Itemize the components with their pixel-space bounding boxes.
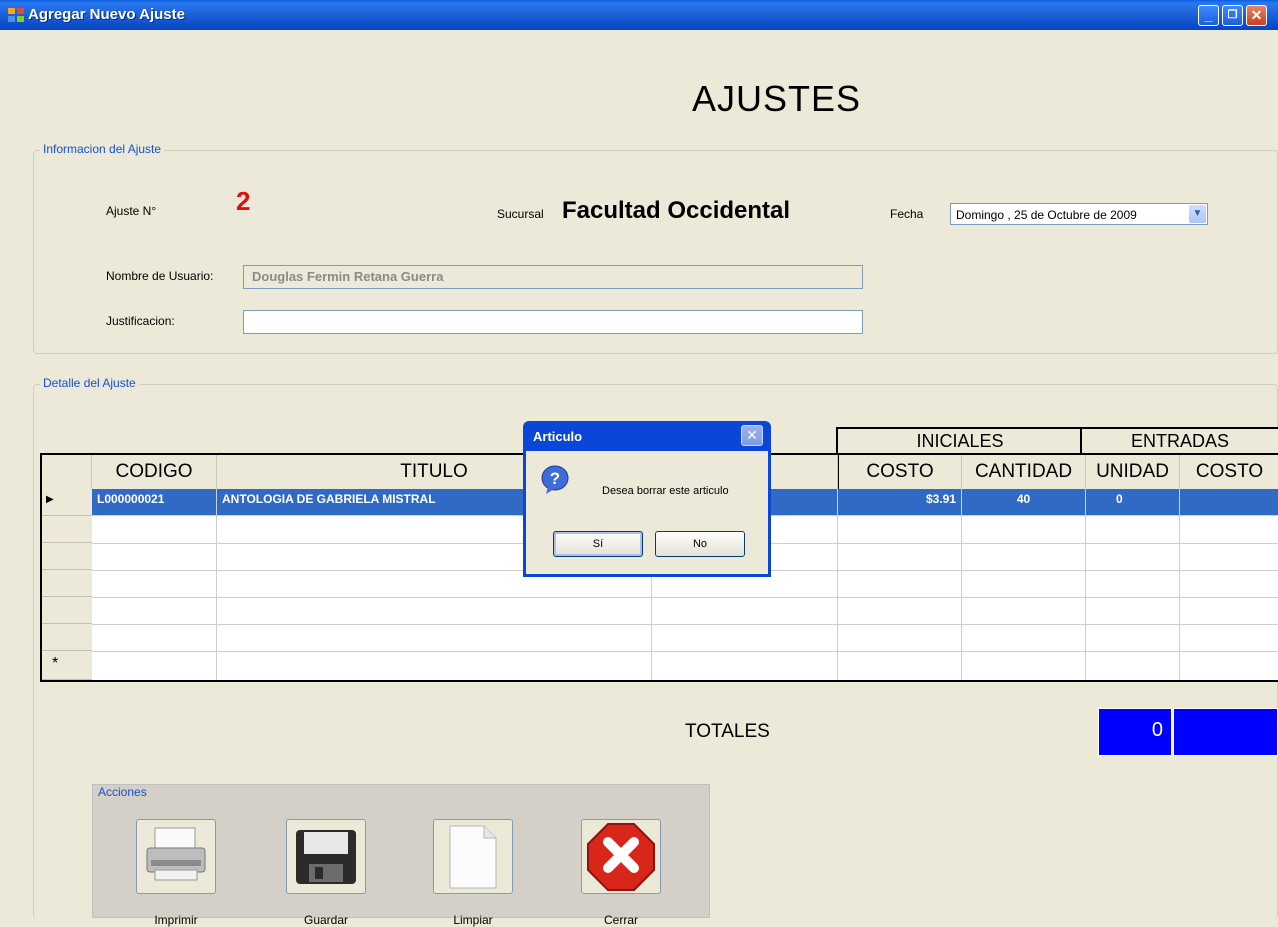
cell-cantidad[interactable]: 40 — [962, 489, 1086, 516]
cell-costo[interactable]: $3.91 — [838, 489, 962, 516]
row-header-new[interactable]: * — [42, 651, 92, 680]
usuario-field: Douglas Fermin Retana Guerra — [243, 265, 863, 289]
fecha-label: Fecha — [890, 207, 924, 221]
row-header-selected[interactable]: ▶ — [42, 489, 92, 516]
totales-label: TOTALES — [685, 721, 770, 742]
restore-button[interactable]: ❐ — [1222, 5, 1243, 26]
chevron-down-icon[interactable]: ▼ — [1189, 205, 1206, 223]
sucursal-label: Sucursal — [497, 207, 544, 221]
ajuste-label: Ajuste N° — [106, 204, 157, 218]
restore-icon: ❐ — [1227, 9, 1238, 21]
column-header-costo-entradas[interactable]: COSTO — [1180, 455, 1278, 489]
column-header-cantidad[interactable]: CANTIDAD — [962, 455, 1086, 489]
row-header[interactable] — [42, 543, 92, 570]
row-header-corner — [42, 455, 92, 489]
justificacion-field[interactable] — [243, 310, 863, 334]
minimize-icon: _ — [1204, 7, 1213, 23]
total-unidades-box: 0 — [1098, 708, 1172, 756]
guardar-label: Guardar — [303, 913, 349, 927]
limpiar-button[interactable] — [433, 819, 513, 894]
no-button[interactable]: No — [655, 531, 745, 557]
cell-unidad[interactable]: 0 — [1086, 489, 1180, 516]
app-window-icon — [8, 8, 24, 22]
header-group-entradas: ENTRADAS — [1080, 427, 1278, 453]
column-header-costo[interactable]: COSTO — [838, 455, 962, 489]
dialog-title: Articulo — [533, 429, 583, 444]
printer-icon — [146, 827, 206, 881]
column-header-unidad[interactable]: UNIDAD — [1086, 455, 1180, 489]
row-header[interactable] — [42, 570, 92, 597]
close-icon: ✕ — [1250, 7, 1263, 23]
title-bar: Agregar Nuevo Ajuste _ ❐ ✕ — [0, 0, 1278, 30]
red-x-icon — [587, 823, 655, 891]
imprimir-label: Imprimir — [154, 913, 198, 927]
current-row-arrow-icon: ▶ — [46, 494, 54, 505]
window-title: Agregar Nuevo Ajuste — [28, 6, 185, 23]
cell-costo-entradas[interactable] — [1180, 489, 1278, 516]
confirm-dialog: Articulo ✕ ? Desea borrar este articulo … — [523, 421, 771, 577]
dialog-close-button[interactable]: ✕ — [741, 425, 763, 446]
ajuste-number: 2 — [236, 186, 251, 216]
imprimir-button[interactable] — [136, 819, 216, 894]
fecha-value: Domingo , 25 de Octubre de 2009 — [956, 208, 1137, 222]
minimize-button[interactable]: _ — [1198, 5, 1219, 26]
row-header[interactable] — [42, 597, 92, 624]
svg-text:?: ? — [550, 469, 560, 488]
question-icon: ? — [541, 465, 569, 494]
usuario-label: Nombre de Usuario: — [106, 269, 214, 283]
close-icon: ✕ — [746, 427, 758, 443]
cerrar-button[interactable] — [581, 819, 661, 894]
dialog-body: ? Desea borrar este articulo Sí No — [526, 451, 768, 574]
row-header[interactable] — [42, 516, 92, 543]
header-group-iniciales: INICIALES — [836, 427, 1082, 453]
justificacion-label: Justificacion: — [106, 314, 175, 328]
cell-codigo[interactable]: L000000021 — [92, 489, 217, 516]
fecha-datepicker[interactable]: Domingo , 25 de Octubre de 2009 ▼ — [950, 203, 1208, 225]
close-button[interactable]: ✕ — [1246, 5, 1267, 26]
column-header-codigo[interactable]: CODIGO — [92, 455, 217, 489]
guardar-button[interactable] — [286, 819, 366, 894]
info-group-legend: Informacion del Ajuste — [40, 142, 165, 156]
acciones-legend: Acciones — [98, 785, 147, 799]
dialog-message: Desea borrar este articulo — [602, 485, 729, 497]
detalle-group-legend: Detalle del Ajuste — [40, 376, 139, 390]
row-header[interactable] — [42, 624, 92, 651]
new-row-marker-icon: * — [52, 655, 59, 672]
limpiar-label: Limpiar — [453, 913, 493, 927]
sucursal-value: Facultad Occidental — [562, 197, 791, 224]
cerrar-label: Cerrar — [603, 913, 638, 927]
page-title: AJUSTES — [692, 78, 862, 119]
acciones-panel: Acciones Imprimir Guardar Limpiar Cerrar — [92, 784, 710, 927]
total-costo-box — [1173, 708, 1278, 756]
yes-button[interactable]: Sí — [553, 531, 643, 557]
floppy-disk-icon — [296, 830, 356, 884]
blank-page-icon — [449, 825, 497, 889]
